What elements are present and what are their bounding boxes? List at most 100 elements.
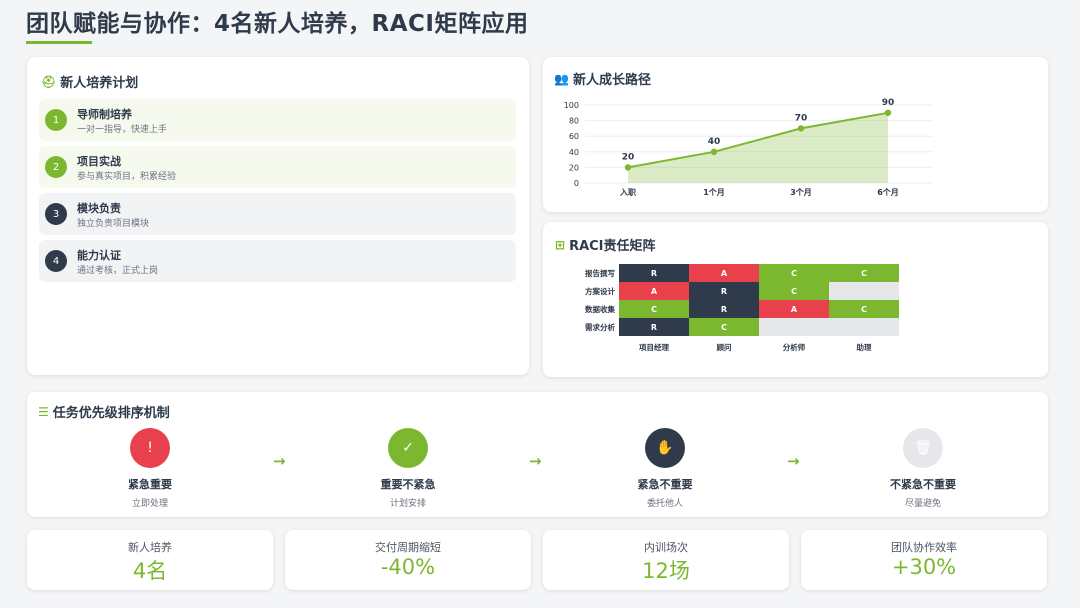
stat-label: 内训场次	[644, 541, 688, 554]
priority-step: ✓ 重要不紧急 计划安排	[358, 428, 458, 509]
page-title: 团队赋能与协作：4名新人培养，RACI矩阵应用	[26, 11, 529, 37]
plan-item: 2 项目实战 参与真实项目，积累经验	[39, 146, 516, 188]
training-plan-header: ⛑ 新人培养计划	[41, 72, 139, 92]
column-label: 分析师	[783, 342, 806, 352]
y-tick-label: 40	[569, 148, 579, 157]
row-label: 报告撰写	[585, 268, 615, 278]
data-point	[624, 164, 632, 171]
cell-label: C	[721, 323, 727, 332]
data-point	[884, 109, 892, 116]
growth-header: 👥 新人成长路径	[554, 69, 651, 89]
plan-step-name: 项目实战	[77, 155, 121, 168]
stat-card: 团队协作效率 +30%	[801, 530, 1047, 590]
growth-title: 新人成长路径	[572, 73, 651, 88]
plan-step-name: 能力认证	[77, 249, 121, 262]
column-label: 助理	[857, 342, 872, 352]
stat-value: +30%	[891, 555, 957, 579]
data-point	[710, 148, 718, 155]
priority-step: 🗑 不紧急不重要 尽量避免	[873, 428, 973, 509]
calendar-check-icon: ✓	[388, 428, 428, 468]
plan-item: 4 能力认证 通过考核，正式上岗	[39, 240, 516, 282]
grid-icon: ⊞	[555, 237, 566, 252]
training-plan-title: 新人培养计划	[60, 76, 139, 91]
users-icon: 👥	[554, 71, 569, 86]
plan-step-name: 模块负责	[77, 202, 121, 215]
raci-title: RACI责任矩阵	[569, 239, 656, 254]
training-plan-card: ⛑ 新人培养计划 1 导师制培养 一对一指导，快速上手 2 项目实战 参与真实项…	[27, 57, 529, 375]
y-tick-label: 0	[574, 179, 579, 188]
person-badge-icon: ⛑	[41, 74, 57, 89]
column-label: 项目经理	[639, 342, 669, 352]
priority-step-desc: 尽量避免	[904, 499, 941, 509]
cell-label: C	[791, 269, 797, 278]
arrow-right-icon: →	[529, 452, 542, 470]
row-label: 需求分析	[585, 322, 615, 332]
plan-step-desc: 参与真实项目，积累经验	[77, 172, 177, 182]
stat-card: 新人培养 4名	[27, 530, 273, 590]
priority-step-name: 不紧急不重要	[890, 478, 956, 491]
arrow-right-icon: →	[273, 452, 286, 470]
cell-label: C	[791, 287, 797, 296]
plan-item: 1 导师制培养 一对一指导，快速上手	[39, 99, 516, 141]
matrix-cell	[759, 318, 829, 336]
priority-step-desc: 委托他人	[646, 499, 683, 509]
cell-label: R	[651, 323, 657, 332]
stat-value: -40%	[380, 555, 436, 579]
growth-path-card: 0 20 40 60 80 100 20 入职 40 1个月 70 3个月 90 6个月 👥 新人成长路径	[543, 57, 1048, 212]
trash-icon: 🗑	[903, 428, 943, 468]
stat-label: 团队协作效率	[891, 541, 957, 554]
data-label: 70	[795, 113, 808, 123]
y-tick-label: 80	[569, 117, 579, 126]
plan-step-desc: 通过考核，正式上岗	[77, 266, 159, 276]
priority-step-desc: 立即处理	[131, 499, 168, 509]
plan-step-number: 1	[45, 109, 67, 131]
stat-label: 新人培养	[128, 541, 172, 554]
plan-step-number: 4	[45, 250, 67, 272]
plan-step-number: 2	[45, 156, 67, 178]
list-check-icon: ☰	[38, 404, 49, 419]
priority-step-name: 紧急重要	[128, 478, 172, 491]
priority-step: ✋ 紧急不重要 委托他人	[615, 428, 715, 509]
priority-step-name: 重要不紧急	[380, 478, 436, 491]
cell-label: R	[721, 287, 727, 296]
priority-step: ! 紧急重要 立即处理	[100, 428, 200, 509]
arrow-right-icon: →	[787, 452, 800, 470]
x-tick-label: 6个月	[877, 187, 899, 197]
y-tick-label: 20	[569, 163, 579, 172]
plan-step-desc: 一对一指导，快速上手	[77, 125, 168, 135]
data-label: 20	[622, 152, 635, 162]
task-priority-card: ☰ 任务优先级排序机制 ! 紧急重要 立即处理 → ✓ 重要不紧急 计划安排 →…	[27, 392, 1048, 517]
cell-label: A	[721, 269, 728, 278]
cell-label: A	[651, 287, 658, 296]
raci-header: ⊞ RACI责任矩阵	[555, 235, 656, 255]
warning-icon: !	[130, 428, 170, 468]
plan-step-number: 3	[45, 203, 67, 225]
series-area	[628, 112, 888, 183]
priority-header: ☰ 任务优先级排序机制	[38, 402, 170, 422]
priority-step-desc: 计划安排	[389, 499, 426, 509]
raci-matrix-card: 报告撰写 R A C C 方案设计 A R C 数据收集 C R A C 需求分析 R C 项目经理 顾问 分析师 助理…	[543, 222, 1048, 377]
plan-step-name: 导师制培养	[77, 108, 132, 121]
data-point	[797, 125, 805, 132]
plan-item: 3 模块负责 独立负责项目模块	[39, 193, 516, 235]
priority-title: 任务优先级排序机制	[52, 406, 170, 421]
hand-icon: ✋	[645, 428, 685, 468]
stat-card: 内训场次 12场	[543, 530, 789, 590]
matrix-cell	[829, 318, 899, 336]
cell-label: A	[791, 305, 798, 314]
x-tick-label: 1个月	[703, 187, 725, 197]
x-tick-label: 3个月	[790, 187, 812, 197]
x-tick-label: 入职	[619, 188, 636, 197]
cell-label: C	[861, 305, 867, 314]
priority-step-name: 紧急不重要	[637, 478, 693, 491]
cell-label: C	[861, 269, 867, 278]
y-tick-label: 60	[569, 132, 579, 141]
data-label: 90	[882, 98, 895, 108]
stat-value: 12场	[642, 559, 690, 583]
column-label: 顾问	[717, 342, 732, 352]
row-label: 数据收集	[585, 304, 615, 314]
stat-card: 交付周期缩短 -40%	[285, 530, 531, 590]
y-tick-label: 100	[564, 101, 579, 110]
stat-label: 交付周期缩短	[375, 541, 441, 554]
title-underline	[26, 41, 92, 44]
